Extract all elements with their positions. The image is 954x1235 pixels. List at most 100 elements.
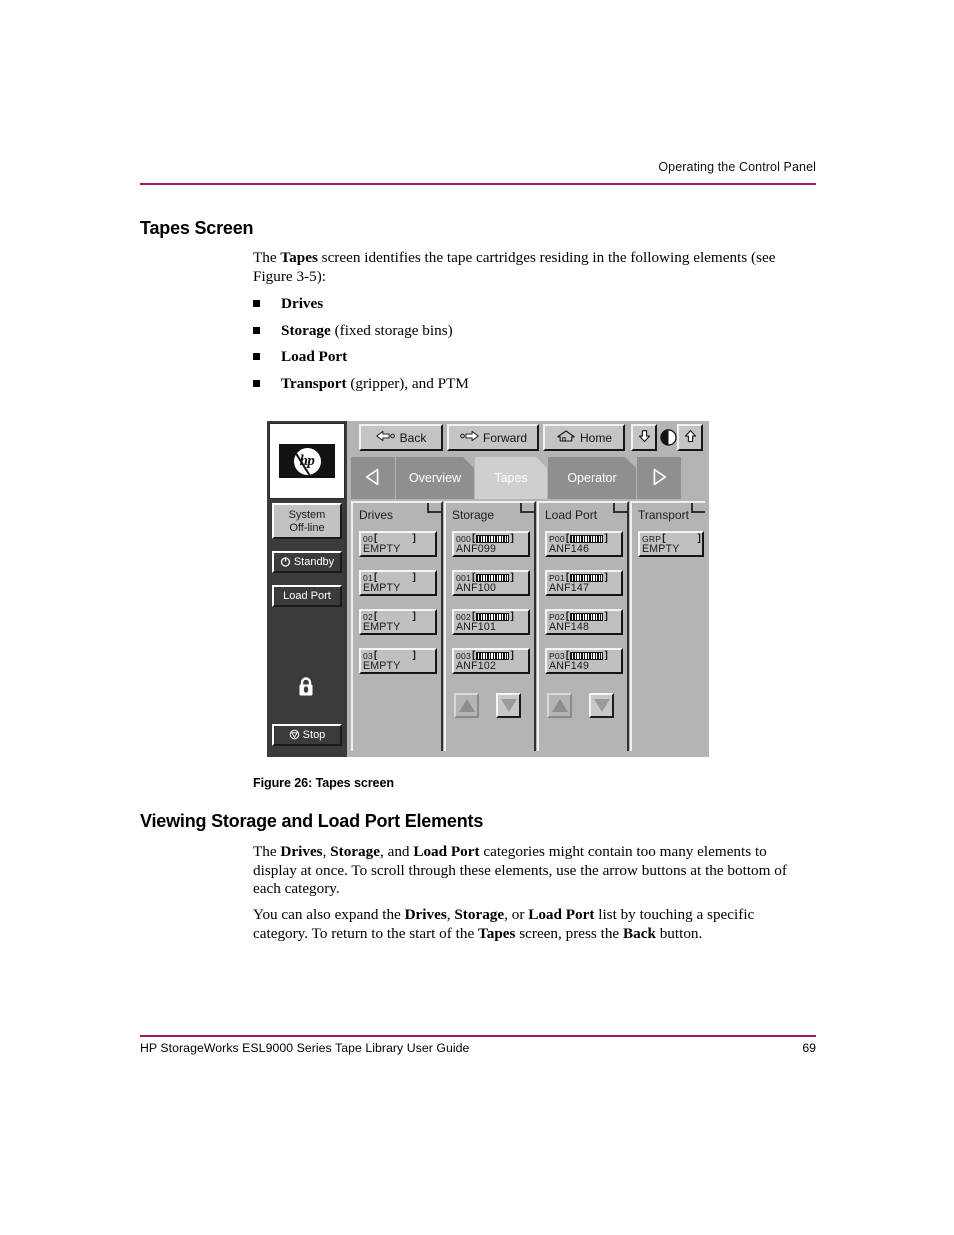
bracket-close: ]	[697, 533, 701, 544]
barcode-icon	[570, 613, 604, 621]
column-notch	[520, 503, 534, 513]
list-item: Transport (gripper), and PTM	[253, 374, 813, 401]
triangle-up-icon	[551, 699, 568, 712]
lock-icon	[296, 676, 316, 698]
barcode-icon	[476, 613, 510, 621]
tape-element-cell[interactable]: P02[] ANF148	[545, 609, 623, 635]
tape-element-cell[interactable]: 00[] EMPTY	[359, 531, 437, 557]
tab-scroll-right-button[interactable]	[637, 457, 681, 499]
triangle-up-icon	[458, 699, 475, 712]
column-notch	[613, 503, 627, 513]
column-load-port[interactable]: Load Port P00[] ANF146 P01[] ANF147 P02[] ANF1…	[537, 501, 629, 751]
tape-element-cell[interactable]: 003[] ANF102	[452, 648, 530, 674]
tab-notch	[625, 457, 637, 469]
list-item-label: Drives	[281, 295, 324, 312]
contrast-down-button[interactable]	[631, 424, 657, 451]
column-notch	[691, 503, 705, 513]
tab-overview[interactable]: Overview	[396, 457, 475, 499]
column-drives[interactable]: Drives 00[] EMPTY 01[] EMPTY 02[] EMPTY 03[] EMP…	[351, 501, 443, 751]
tab-scroll-left-button[interactable]	[351, 457, 395, 499]
tab-notch	[536, 457, 548, 469]
back-button[interactable]: Back	[359, 424, 443, 451]
tape-element-cell[interactable]: 001[] ANF100	[452, 570, 530, 596]
barcode-icon	[570, 574, 604, 582]
tape-cell-label: ANF149	[549, 660, 590, 672]
barcode-empty-slot	[379, 613, 412, 621]
list-item-label: Load Port	[281, 348, 348, 365]
list-item: Storage (fixed storage bins)	[253, 321, 813, 348]
scroll-up-button[interactable]	[547, 693, 572, 718]
bracket-close: ]	[604, 611, 608, 622]
contrast-up-icon	[683, 429, 698, 447]
tape-element-cell[interactable]: P03[] ANF149	[545, 648, 623, 674]
forward-button[interactable]: Forward	[447, 424, 539, 451]
system-status-line1: System	[288, 509, 326, 521]
tape-cell-label: ANF146	[549, 543, 590, 555]
system-status-line2: Off-line	[289, 522, 325, 534]
list-item: Load Port	[253, 347, 813, 374]
standby-button[interactable]: Standby	[272, 551, 342, 573]
tape-element-cell[interactable]: 02[] EMPTY	[359, 609, 437, 635]
column-storage[interactable]: Storage 000[] ANF099 001[] ANF100 002[] ANF101…	[444, 501, 536, 751]
tab-tapes[interactable]: Tapes	[475, 457, 548, 499]
stop-button[interactable]: Stop	[272, 724, 342, 746]
bracket-close: ]	[510, 650, 515, 661]
tape-cell-label: EMPTY	[363, 543, 401, 555]
tab-bar: Overview Tapes Operator	[347, 457, 709, 499]
element-bullet-list: Drives Storage (fixed storage bins) Load…	[253, 294, 813, 400]
bracket-close: ]	[510, 572, 515, 583]
control-panel-toolbar: Back Forward Home	[347, 424, 709, 456]
back-label: Back	[399, 430, 427, 445]
arrow-left-icon	[375, 430, 396, 445]
tape-element-cell[interactable]: 01[] EMPTY	[359, 570, 437, 596]
footer-rule	[140, 1035, 816, 1037]
control-panel-main: Back Forward Home Overview Tapes Operato…	[347, 421, 709, 757]
barcode-empty-slot	[379, 652, 412, 660]
column-title: Storage	[452, 508, 495, 522]
system-status-indicator: System Off-line	[272, 503, 342, 539]
tape-cell-label: ANF100	[456, 582, 497, 594]
contrast-down-icon	[637, 429, 652, 447]
tab-overview-label: Overview	[408, 471, 462, 485]
column-title: Drives	[359, 508, 394, 522]
hp-logo-plate: hp	[279, 444, 335, 478]
barcode-icon	[476, 574, 510, 582]
scroll-down-button[interactable]	[496, 693, 521, 718]
tape-cell-label: ANF148	[549, 621, 590, 633]
list-item: Drives	[253, 294, 813, 321]
bracket-close: ]	[412, 611, 417, 622]
barcode-empty-slot	[379, 574, 412, 582]
tape-element-cell[interactable]: 002[] ANF101	[452, 609, 530, 635]
bracket-close: ]	[412, 533, 417, 544]
tab-tapes-label: Tapes	[494, 471, 528, 485]
viewing-paragraph-1: The Drives, Storage, and Load Port categ…	[253, 843, 787, 898]
hp-logo: hp	[269, 423, 345, 499]
hp-logo-circle: hp	[293, 447, 321, 475]
tape-element-cell[interactable]: 000[] ANF099	[452, 531, 530, 557]
tape-element-cell[interactable]: P01[] ANF147	[545, 570, 623, 596]
home-button[interactable]: Home	[543, 424, 625, 451]
arrow-right-icon	[459, 430, 479, 445]
scroll-up-button[interactable]	[454, 693, 479, 718]
scroll-down-button[interactable]	[589, 693, 614, 718]
bracket-close: ]	[412, 572, 417, 583]
load-port-button[interactable]: Load Port	[272, 585, 342, 607]
standby-label: Standby	[293, 556, 335, 568]
tape-element-cell[interactable]: 03[] EMPTY	[359, 648, 437, 674]
barcode-empty-slot	[379, 535, 412, 543]
element-columns: Drives 00[] EMPTY 01[] EMPTY 02[] EMPTY 03[] EMP…	[351, 501, 705, 751]
tape-element-cell[interactable]: GRP[] EMPTY	[638, 531, 704, 557]
column-transport[interactable]: Transport GRP[] EMPTY	[630, 501, 705, 751]
home-label: Home	[579, 430, 612, 445]
section-heading-viewing: Viewing Storage and Load Port Elements	[140, 811, 484, 831]
list-item-label: Transport (gripper), and PTM	[281, 374, 469, 392]
contrast-up-button[interactable]	[677, 424, 703, 451]
forward-label: Forward	[482, 430, 527, 445]
power-icon	[280, 555, 291, 573]
tab-operator[interactable]: Operator	[548, 457, 637, 499]
tape-element-cell[interactable]: P00[] ANF146	[545, 531, 623, 557]
control-panel-screenshot: hp System Off-line Standby Load Port Sto…	[267, 421, 709, 757]
home-icon	[556, 429, 576, 446]
running-header: Operating the Control Panel	[658, 160, 816, 174]
hp-logo-text: hp	[299, 452, 315, 469]
